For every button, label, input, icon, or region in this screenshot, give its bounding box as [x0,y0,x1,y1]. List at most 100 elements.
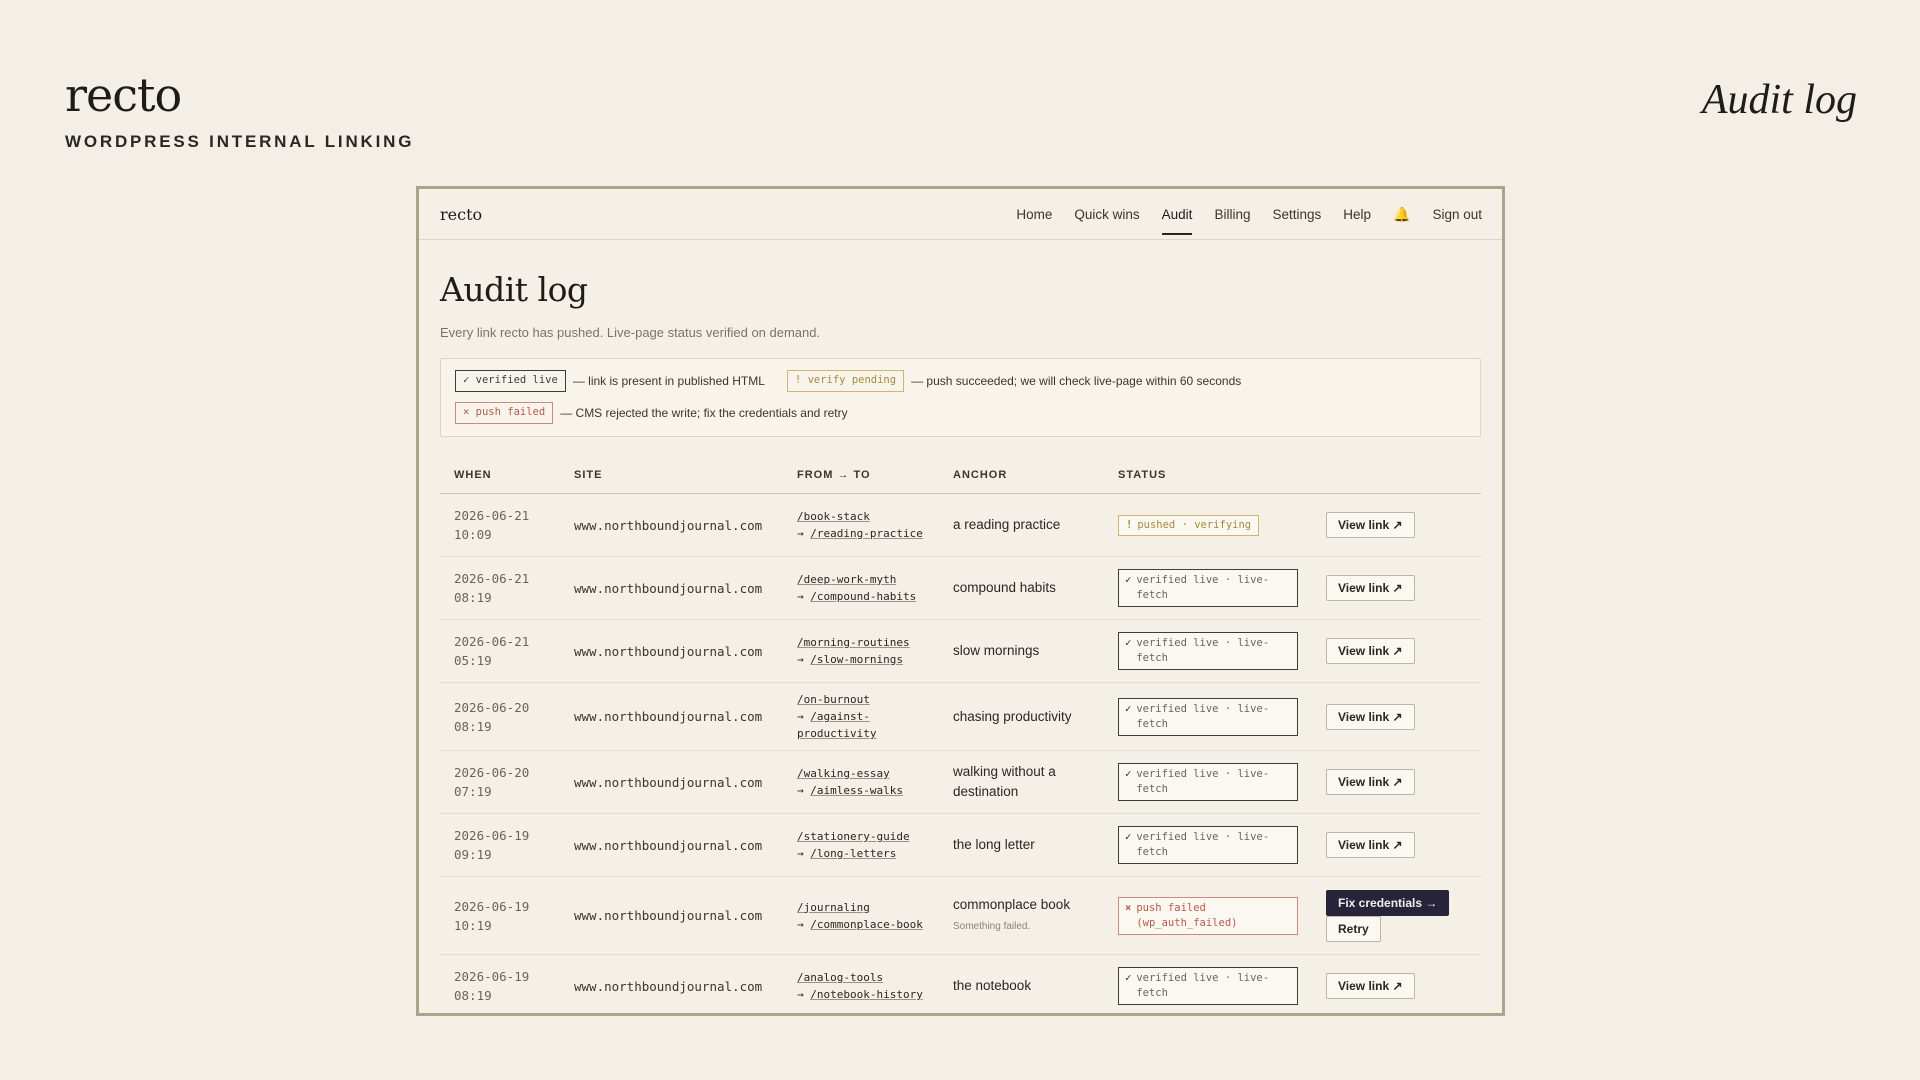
to-path-link[interactable]: /against-productivity [797,710,876,740]
col-anchor: ANCHOR [939,469,1104,494]
nav-sign-out[interactable]: Sign out [1432,203,1482,226]
to-path-link[interactable]: /commonplace-book [810,918,923,931]
legend-live-pill: ✓ verified live [455,370,566,392]
table-row: 2026-06-19 08:19 www.northboundjournal.c… [440,954,1481,1013]
arrow-icon: → [797,527,804,540]
status-live-icon: ✓ [1125,702,1132,715]
status-failed-icon: × [1125,901,1132,914]
legend-pending-pill: ! verify pending [786,370,905,392]
cell-actions: View link ↗ [1312,682,1481,751]
from-path-link[interactable]: /book-stack [797,510,870,523]
view-link-button[interactable]: View link ↗ [1326,832,1415,858]
anchor-text: chasing productivity [953,708,1072,724]
corner-title: Audit log [1701,77,1857,123]
view-link-button[interactable]: View link ↗ [1326,973,1415,999]
row-date: 2026-06-19 [454,969,530,984]
row-time: 08:19 [454,988,492,1003]
cell-anchor: commonplace book Something failed. [939,876,1104,955]
cell-when: 2026-06-21 05:19 [440,619,560,683]
bell-icon[interactable]: 🔔 [1393,206,1410,223]
to-path-link[interactable]: /compound-habits [810,590,916,603]
nav-audit[interactable]: Audit [1161,203,1192,235]
cell-site: www.northboundjournal.com [560,556,783,620]
view-link-button[interactable]: View link ↗ [1326,575,1415,601]
cell-from-to: /deep-work-myth → /compound-habits [783,556,939,620]
to-path-link[interactable]: /notebook-history [810,988,923,1001]
col-when: WHEN [440,469,560,494]
nav-home[interactable]: Home [1016,203,1052,226]
legend-failed-desc: — CMS rejected the write; fix the creden… [560,406,848,420]
nav-links: Home Quick wins Audit Billing Settings H… [994,203,1482,235]
row-date: 2026-06-19 [454,828,530,843]
anchor-text: compound habits [953,580,1056,595]
retry-button[interactable]: Retry [1326,915,1381,942]
cell-anchor: the long letter [939,813,1104,877]
cell-status: ✓ verified live · live-fetch [1104,813,1312,877]
nav-settings[interactable]: Settings [1272,203,1321,226]
nav-help[interactable]: Help [1343,203,1371,226]
cell-status: ✓ verified live · live-fetch [1104,954,1312,1013]
row-time: 07:19 [454,784,492,799]
from-path-link[interactable]: /walking-essay [797,767,890,780]
status-badge: ✓ verified live · live-fetch [1118,632,1298,670]
status-badge: ! pushed · verifying [1118,514,1260,536]
cell-status: ✓ verified live · live-fetch [1104,750,1312,814]
cell-actions: View link ↗ [1312,493,1481,557]
brand-tagline: WORDPRESS INTERNAL LINKING [65,132,415,151]
status-badge: ✓ verified live · live-fetch [1118,763,1298,801]
to-path-link[interactable]: /aimless-walks [810,784,903,797]
row-date: 2026-06-21 [454,634,530,649]
cell-actions: View link ↗ [1312,556,1481,620]
row-date: 2026-06-21 [454,571,530,586]
cell-anchor: a reading practice [939,493,1104,557]
arrow-icon: → [797,653,804,666]
from-path-link[interactable]: /deep-work-myth [797,573,896,586]
app-window: recto Home Quick wins Audit Billing Sett… [416,186,1505,1016]
fix-credentials-button[interactable]: Fix credentials → [1326,889,1450,916]
main-content: Audit log Every link recto has pushed. L… [419,270,1502,1013]
view-link-button[interactable]: View link ↗ [1326,638,1415,664]
cell-site: www.northboundjournal.com [560,876,783,955]
cell-actions: View link ↗ [1312,954,1481,1013]
status-pending-icon: ! [1126,518,1133,531]
from-path-link[interactable]: /journaling [797,901,870,914]
page-title: Audit log [440,270,588,309]
cell-from-to: /walking-essay → /aimless-walks [783,750,939,814]
cell-anchor: chasing productivity [939,682,1104,751]
col-status: STATUS [1104,469,1312,494]
anchor-text: the notebook [953,978,1032,993]
cell-anchor: slow mornings [939,619,1104,683]
cell-when: 2026-06-21 10:09 [440,493,560,557]
cell-when: 2026-06-20 08:19 [440,682,560,751]
nav-billing[interactable]: Billing [1214,203,1250,226]
cell-anchor: compound habits [939,556,1104,620]
to-path-link[interactable]: /reading-practice [810,527,923,540]
status-legend: ✓ verified live — link is present in pub… [440,358,1481,437]
row-time: 09:19 [454,847,492,862]
legend-pending-desc: — push succeeded; we will check live-pag… [911,374,1242,388]
nav-logo[interactable]: recto [440,205,482,224]
table-row: 2026-06-19 10:19 www.northboundjournal.c… [440,876,1481,955]
status-text: push failed (wp_auth_failed) [1136,901,1238,929]
from-path-link[interactable]: /on-burnout [797,693,870,706]
table-row: 2026-06-21 08:19 www.northboundjournal.c… [440,556,1481,620]
col-actions [1312,469,1481,494]
cell-when: 2026-06-21 08:19 [440,556,560,620]
col-from-to: FROM → TO [783,469,939,494]
from-path-link[interactable]: /stationery-guide [797,830,910,843]
arrow-icon: → [797,847,804,860]
nav-quick-wins[interactable]: Quick wins [1074,203,1139,226]
status-badge: ✓ verified live · live-fetch [1118,826,1298,864]
to-path-link[interactable]: /long-letters [810,847,896,860]
view-link-button[interactable]: View link ↗ [1326,769,1415,795]
cell-when: 2026-06-19 08:19 [440,954,560,1013]
status-live-icon: ✓ [1125,972,1132,984]
view-link-button[interactable]: View link ↗ [1326,512,1415,538]
from-path-link[interactable]: /analog-tools [797,971,883,984]
status-live-icon: ✓ [1125,637,1132,649]
from-path-link[interactable]: /morning-routines [797,636,910,649]
view-link-button[interactable]: View link ↗ [1326,703,1415,730]
to-path-link[interactable]: /slow-mornings [810,653,903,666]
audit-table: WHEN SITE FROM → TO ANCHOR STATUS 2026-0… [440,469,1481,1013]
row-time: 05:19 [454,653,492,668]
